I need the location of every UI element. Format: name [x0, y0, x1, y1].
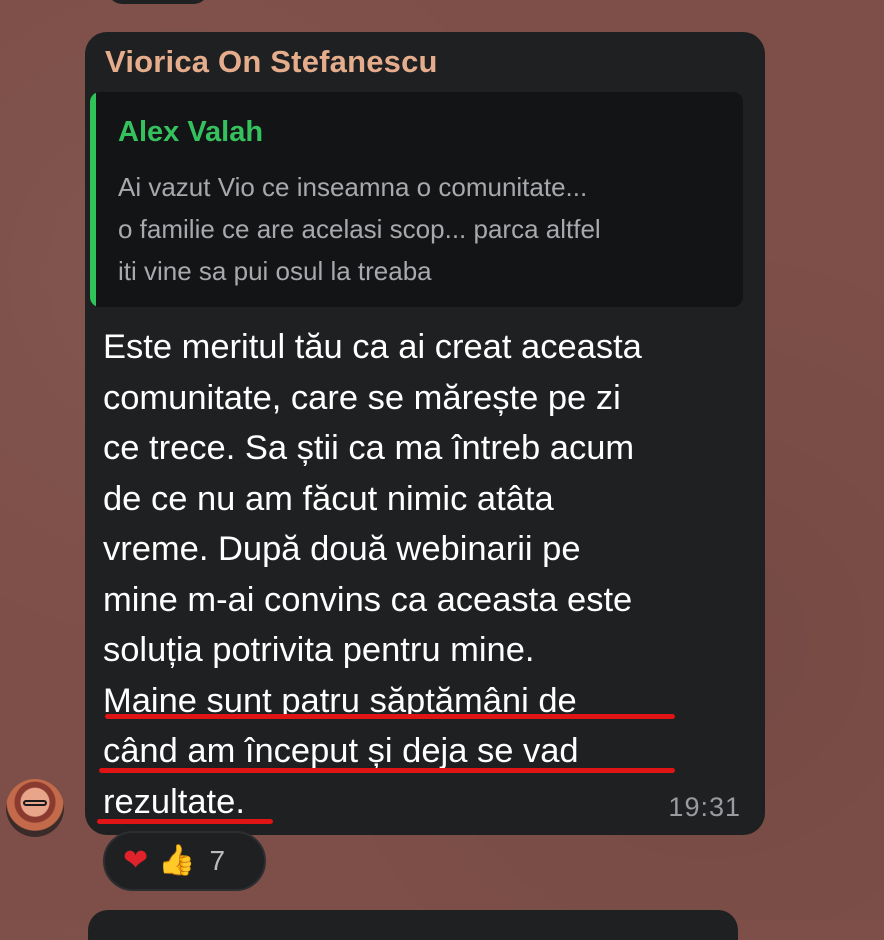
- avatar-glasses: [23, 800, 47, 806]
- red-underline: [99, 768, 675, 773]
- thumbs-up-icon: 👍: [158, 843, 196, 878]
- next-message-bubble: [88, 910, 738, 940]
- red-underline: [105, 714, 675, 719]
- message-line: Este meritul tău ca ai creat aceasta: [103, 328, 642, 366]
- reactions-pill[interactable]: ❤ 👍 7: [103, 831, 266, 891]
- quote-accent-bar: [90, 92, 96, 307]
- sender-avatar[interactable]: [6, 779, 64, 837]
- quoted-line: iti vine sa pui osul la treaba: [118, 256, 432, 286]
- message-bubble[interactable]: Viorica On Stefanescu Alex Valah Ai vazu…: [85, 32, 765, 835]
- message-line: comunitate, care se mărește pe zi: [103, 378, 621, 417]
- message-line: vreme. După două webinarii pe: [103, 530, 581, 568]
- quoted-line: Ai vazut Vio ce inseamna o comunitate...: [118, 172, 588, 202]
- message-line: soluția potrivita pentru mine.: [103, 631, 535, 669]
- quoted-message[interactable]: Alex Valah Ai vazut Vio ce inseamna o co…: [90, 92, 743, 307]
- message-line: mine m-ai convins ca aceasta este: [103, 580, 633, 619]
- heart-icon: ❤: [123, 843, 149, 878]
- red-underline: [97, 819, 273, 824]
- quoted-text: Ai vazut Vio ce inseamna o comunitate...…: [118, 166, 738, 292]
- quoted-line: o familie ce are acelasi scop... parca a…: [118, 214, 601, 244]
- message-timestamp: 19:31: [668, 792, 741, 822]
- quoted-author: Alex Valah: [118, 116, 264, 148]
- message-line: de ce nu am făcut nimic atâta: [103, 479, 554, 518]
- reaction-count: 7: [209, 845, 226, 876]
- previous-message-bubble: [108, 0, 208, 4]
- sender-name[interactable]: Viorica On Stefanescu: [105, 44, 438, 80]
- message-text: Este meritul tău ca ai creat aceasta com…: [103, 322, 642, 827]
- message-line: ce trece. Sa știi ca ma întreb acum: [103, 429, 635, 467]
